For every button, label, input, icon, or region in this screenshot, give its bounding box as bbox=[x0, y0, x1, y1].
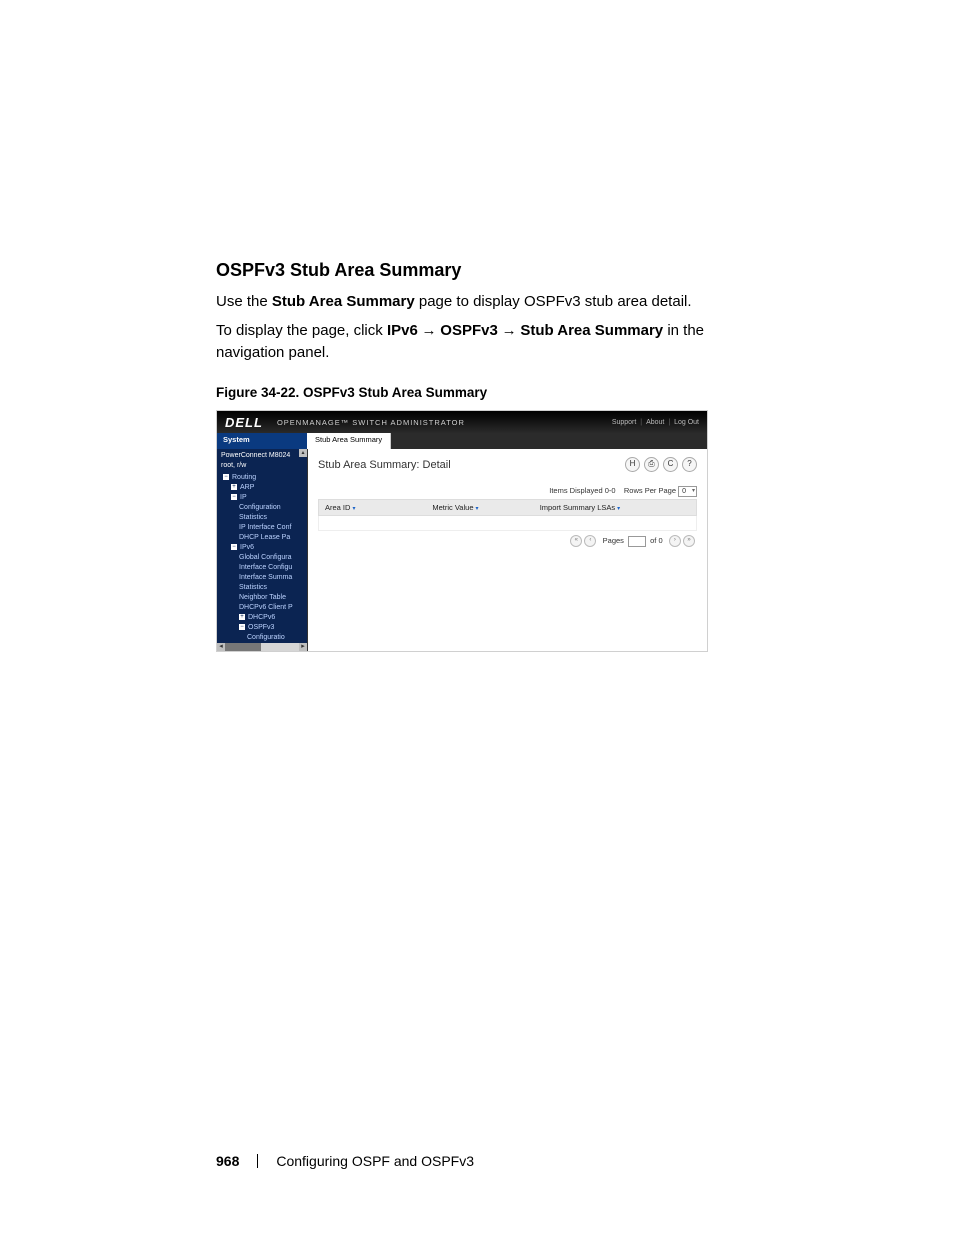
pager-prev-icon[interactable]: ‹ bbox=[584, 535, 596, 547]
screenshot: DELL OPENMANAGE™ SWITCH ADMINISTRATOR Su… bbox=[216, 410, 708, 652]
figure-caption: Figure 34-22. OSPFv3 Stub Area Summary bbox=[216, 385, 744, 400]
text: To display the page, click bbox=[216, 322, 387, 339]
scrollbar-horizontal[interactable]: ◂ ▸ bbox=[217, 643, 307, 651]
nav-statistics[interactable]: Statistics bbox=[217, 513, 307, 523]
pages-of: of 0 bbox=[650, 536, 663, 545]
breadcrumb-ospfv3: OSPFv3 bbox=[440, 322, 498, 339]
nav-ospf-config[interactable]: Configuratio bbox=[217, 633, 307, 643]
label: OSPFv3 bbox=[248, 624, 274, 631]
app-header: DELL OPENMANAGE™ SWITCH ADMINISTRATOR Su… bbox=[217, 411, 707, 433]
label: DHCPv6 bbox=[248, 614, 275, 621]
nav-neighbor-table[interactable]: Neighbor Table bbox=[217, 593, 307, 603]
pager-first-icon[interactable]: « bbox=[570, 535, 582, 547]
text: page to display OSPFv3 stub area detail. bbox=[415, 293, 692, 310]
collapse-icon[interactable]: − bbox=[239, 624, 245, 630]
sort-icon: ▾ bbox=[352, 506, 355, 512]
nav-ipv6[interactable]: −IPv6 bbox=[217, 543, 307, 553]
scroll-up-icon[interactable]: ▴ bbox=[299, 449, 307, 457]
pager: « ‹ Pages of 0 › » bbox=[318, 531, 697, 551]
breadcrumb-stub: Stub Area Summary bbox=[520, 322, 663, 339]
nav-statistics2[interactable]: Statistics bbox=[217, 583, 307, 593]
arrow-icon: → bbox=[418, 323, 441, 339]
page-footer: 968 Configuring OSPF and OSPFv3 bbox=[216, 1153, 474, 1169]
nav-ip[interactable]: −IP bbox=[217, 493, 307, 503]
breadcrumb-ipv6: IPv6 bbox=[387, 322, 418, 339]
table-header: Area ID▾ Metric Value▾ Import Summary LS… bbox=[318, 499, 697, 516]
content-area: Stub Area Summary: Detail H ⎙ C ? Items … bbox=[308, 449, 707, 651]
arrow-icon: → bbox=[498, 323, 521, 339]
table-meta: Items Displayed 0-0 Rows Per Page 0 bbox=[318, 484, 697, 499]
col-area-id[interactable]: Area ID▾ bbox=[325, 503, 432, 512]
term-stub-area-summary: Stub Area Summary bbox=[272, 293, 415, 310]
dell-logo: DELL bbox=[225, 415, 263, 430]
separator: | bbox=[640, 419, 644, 426]
scroll-right-icon[interactable]: ▸ bbox=[299, 643, 307, 651]
device-user: root, r/w bbox=[217, 461, 307, 473]
nav-ip-interface[interactable]: IP Interface Conf bbox=[217, 523, 307, 533]
sort-icon: ▾ bbox=[617, 506, 620, 512]
about-link[interactable]: About bbox=[646, 419, 664, 426]
expand-icon[interactable]: + bbox=[239, 614, 245, 620]
rows-per-page-select[interactable]: 0 bbox=[678, 486, 697, 497]
nav-interface-summary[interactable]: Interface Summa bbox=[217, 573, 307, 583]
label: Area ID bbox=[325, 503, 350, 512]
scroll-left-icon[interactable]: ◂ bbox=[217, 643, 225, 651]
pager-input[interactable] bbox=[628, 536, 646, 547]
app-title: OPENMANAGE™ SWITCH ADMINISTRATOR bbox=[277, 418, 465, 427]
nav-dhcpv6-client[interactable]: DHCPv6 Client P bbox=[217, 603, 307, 613]
system-header: System bbox=[217, 433, 307, 449]
nav-routing[interactable]: −Routing bbox=[217, 473, 307, 483]
collapse-icon[interactable]: − bbox=[231, 494, 237, 500]
nav-tree[interactable]: ▴ PowerConnect M8024 root, r/w −Routing … bbox=[217, 449, 308, 651]
label: Routing bbox=[232, 474, 256, 481]
logout-link[interactable]: Log Out bbox=[674, 419, 699, 426]
top-links: Support | About | Log Out bbox=[610, 419, 699, 426]
collapse-icon[interactable]: − bbox=[231, 544, 237, 550]
nav-dhcpv6[interactable]: +DHCPv6 bbox=[217, 613, 307, 623]
items-displayed: Items Displayed 0-0 bbox=[549, 486, 615, 495]
content-title-row: Stub Area Summary: Detail H ⎙ C ? bbox=[318, 457, 697, 472]
nav-interface-config[interactable]: Interface Configu bbox=[217, 563, 307, 573]
nav-paragraph: To display the page, click IPv6 → OSPFv3… bbox=[216, 320, 744, 363]
nav-dhcp-lease[interactable]: DHCP Lease Pa bbox=[217, 533, 307, 543]
save-icon[interactable]: H bbox=[625, 457, 640, 472]
nav-global-config[interactable]: Global Configura bbox=[217, 553, 307, 563]
section-title: OSPFv3 Stub Area Summary bbox=[216, 260, 744, 281]
content-tools: H ⎙ C ? bbox=[625, 457, 697, 472]
label: IP bbox=[240, 494, 247, 501]
label: Metric Value bbox=[432, 503, 473, 512]
device-model: PowerConnect M8024 bbox=[217, 449, 307, 461]
collapse-icon[interactable]: − bbox=[223, 474, 229, 480]
support-link[interactable]: Support bbox=[612, 419, 637, 426]
rows-per-page-label: Rows Per Page bbox=[624, 486, 676, 495]
tab-row: System Stub Area Summary bbox=[217, 433, 707, 449]
col-import-lsas[interactable]: Import Summary LSAs▾ bbox=[540, 503, 690, 512]
help-icon[interactable]: ? bbox=[682, 457, 697, 472]
footer-divider bbox=[257, 1154, 258, 1168]
content-title: Stub Area Summary: Detail bbox=[318, 459, 451, 471]
print-icon[interactable]: ⎙ bbox=[644, 457, 659, 472]
pager-last-icon[interactable]: » bbox=[683, 535, 695, 547]
nav-configuration[interactable]: Configuration bbox=[217, 503, 307, 513]
label: IPv6 bbox=[240, 544, 254, 551]
label: ARP bbox=[240, 484, 254, 491]
expand-icon[interactable]: + bbox=[231, 484, 237, 490]
nav-arp[interactable]: +ARP bbox=[217, 483, 307, 493]
intro-paragraph: Use the Stub Area Summary page to displa… bbox=[216, 291, 744, 312]
page-number: 968 bbox=[216, 1153, 239, 1169]
refresh-icon[interactable]: C bbox=[663, 457, 678, 472]
nav-ospfv3[interactable]: −OSPFv3 bbox=[217, 623, 307, 633]
chapter-title: Configuring OSPF and OSPFv3 bbox=[276, 1153, 474, 1169]
scrollbar-thumb[interactable] bbox=[225, 643, 261, 651]
separator: | bbox=[668, 419, 672, 426]
col-metric-value[interactable]: Metric Value▾ bbox=[432, 503, 539, 512]
pages-label: Pages bbox=[603, 536, 624, 545]
pager-next-icon[interactable]: › bbox=[669, 535, 681, 547]
sort-icon: ▾ bbox=[476, 506, 479, 512]
label: Import Summary LSAs bbox=[540, 503, 615, 512]
tab-stub-area-summary[interactable]: Stub Area Summary bbox=[307, 433, 391, 449]
text: Use the bbox=[216, 293, 272, 310]
table-body-empty bbox=[318, 516, 697, 531]
